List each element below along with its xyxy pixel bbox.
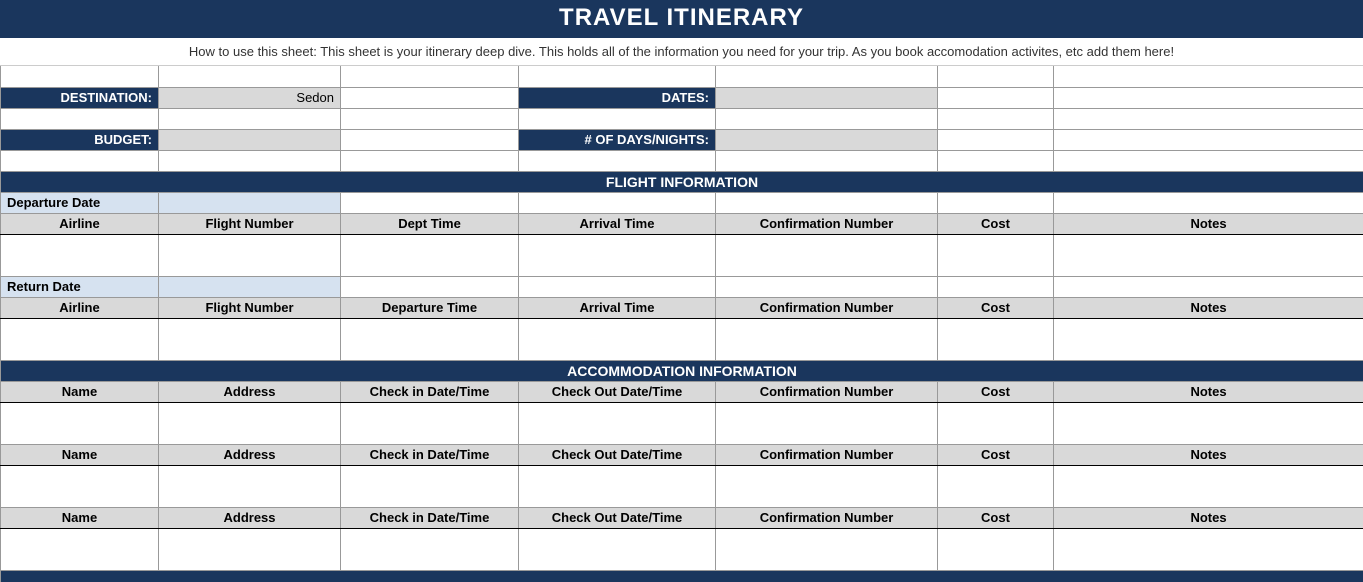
cell[interactable]: [159, 528, 341, 570]
flight-return-col-cost: Cost: [938, 297, 1054, 318]
accom-col-cost: Cost: [938, 444, 1054, 465]
cell[interactable]: [938, 234, 1054, 276]
departure-date-label: Departure Date: [1, 192, 159, 213]
accom-col-checkout: Check Out Date/Time: [519, 507, 716, 528]
flight-return-col-arrival: Arrival Time: [519, 297, 716, 318]
cell[interactable]: [716, 234, 938, 276]
cell[interactable]: [1054, 402, 1363, 444]
flight-depart-col-airline: Airline: [1, 213, 159, 234]
itinerary-grid: DESTINATION: Sedon DATES: BUDGET: # OF D…: [0, 66, 1363, 582]
return-date-value[interactable]: [159, 276, 341, 297]
accom-col-notes: Notes: [1054, 444, 1363, 465]
flight-depart-col-confirmation: Confirmation Number: [716, 213, 938, 234]
flight-return-col-dept-time: Departure Time: [341, 297, 519, 318]
cell[interactable]: [1, 318, 159, 360]
flight-return-col-confirmation: Confirmation Number: [716, 297, 938, 318]
cell[interactable]: [159, 318, 341, 360]
footer-bar: [1, 570, 1363, 582]
cell[interactable]: [519, 528, 716, 570]
cell[interactable]: [159, 465, 341, 507]
cell[interactable]: [1054, 234, 1363, 276]
cell[interactable]: [716, 528, 938, 570]
flight-return-col-number: Flight Number: [159, 297, 341, 318]
accom-col-name: Name: [1, 381, 159, 402]
destination-value[interactable]: Sedon: [159, 87, 341, 108]
cell[interactable]: [716, 402, 938, 444]
cell[interactable]: [519, 318, 716, 360]
flight-depart-col-dept-time: Dept Time: [341, 213, 519, 234]
accom-col-confirmation: Confirmation Number: [716, 381, 938, 402]
cell[interactable]: [1, 465, 159, 507]
accom-col-notes: Notes: [1054, 381, 1363, 402]
page-title: TRAVEL ITINERARY: [0, 0, 1363, 38]
accommodation-section-header: ACCOMMODATION INFORMATION: [1, 360, 1363, 381]
cell[interactable]: [519, 465, 716, 507]
cell[interactable]: [159, 402, 341, 444]
cell[interactable]: [159, 234, 341, 276]
cell[interactable]: [716, 318, 938, 360]
accom-col-cost: Cost: [938, 507, 1054, 528]
flight-depart-col-cost: Cost: [938, 213, 1054, 234]
cell[interactable]: [1054, 318, 1363, 360]
flight-depart-col-number: Flight Number: [159, 213, 341, 234]
accom-col-notes: Notes: [1054, 507, 1363, 528]
accom-col-name: Name: [1, 507, 159, 528]
accom-col-name: Name: [1, 444, 159, 465]
destination-label: DESTINATION:: [1, 87, 159, 108]
cell[interactable]: [341, 402, 519, 444]
cell[interactable]: [341, 465, 519, 507]
budget-label: BUDGET:: [1, 129, 159, 150]
accom-col-confirmation: Confirmation Number: [716, 444, 938, 465]
cell[interactable]: [341, 234, 519, 276]
accom-col-checkin: Check in Date/Time: [341, 444, 519, 465]
flight-depart-col-arrival: Arrival Time: [519, 213, 716, 234]
accom-col-checkout: Check Out Date/Time: [519, 444, 716, 465]
accom-col-address: Address: [159, 444, 341, 465]
cell[interactable]: [1054, 528, 1363, 570]
cell[interactable]: [938, 318, 1054, 360]
cell[interactable]: [341, 318, 519, 360]
accom-col-confirmation: Confirmation Number: [716, 507, 938, 528]
flight-depart-col-notes: Notes: [1054, 213, 1363, 234]
cell[interactable]: [938, 402, 1054, 444]
flight-return-col-notes: Notes: [1054, 297, 1363, 318]
accom-col-address: Address: [159, 507, 341, 528]
cell[interactable]: [341, 528, 519, 570]
accom-col-checkout: Check Out Date/Time: [519, 381, 716, 402]
cell[interactable]: [716, 465, 938, 507]
flight-section-header: FLIGHT INFORMATION: [1, 171, 1363, 192]
cell[interactable]: [1054, 465, 1363, 507]
return-date-label: Return Date: [1, 276, 159, 297]
accom-col-checkin: Check in Date/Time: [341, 381, 519, 402]
cell[interactable]: [1, 402, 159, 444]
cell[interactable]: [519, 402, 716, 444]
accom-col-address: Address: [159, 381, 341, 402]
dates-value[interactable]: [716, 87, 938, 108]
cell[interactable]: [938, 465, 1054, 507]
budget-value[interactable]: [159, 129, 341, 150]
instructions-text: How to use this sheet: This sheet is you…: [0, 38, 1363, 66]
accom-col-checkin: Check in Date/Time: [341, 507, 519, 528]
cell[interactable]: [938, 528, 1054, 570]
departure-date-value[interactable]: [159, 192, 341, 213]
cell[interactable]: [1, 234, 159, 276]
cell[interactable]: [1, 528, 159, 570]
dates-label: DATES:: [519, 87, 716, 108]
cell[interactable]: [519, 234, 716, 276]
days-nights-label: # OF DAYS/NIGHTS:: [519, 129, 716, 150]
accom-col-cost: Cost: [938, 381, 1054, 402]
days-nights-value[interactable]: [716, 129, 938, 150]
flight-return-col-airline: Airline: [1, 297, 159, 318]
